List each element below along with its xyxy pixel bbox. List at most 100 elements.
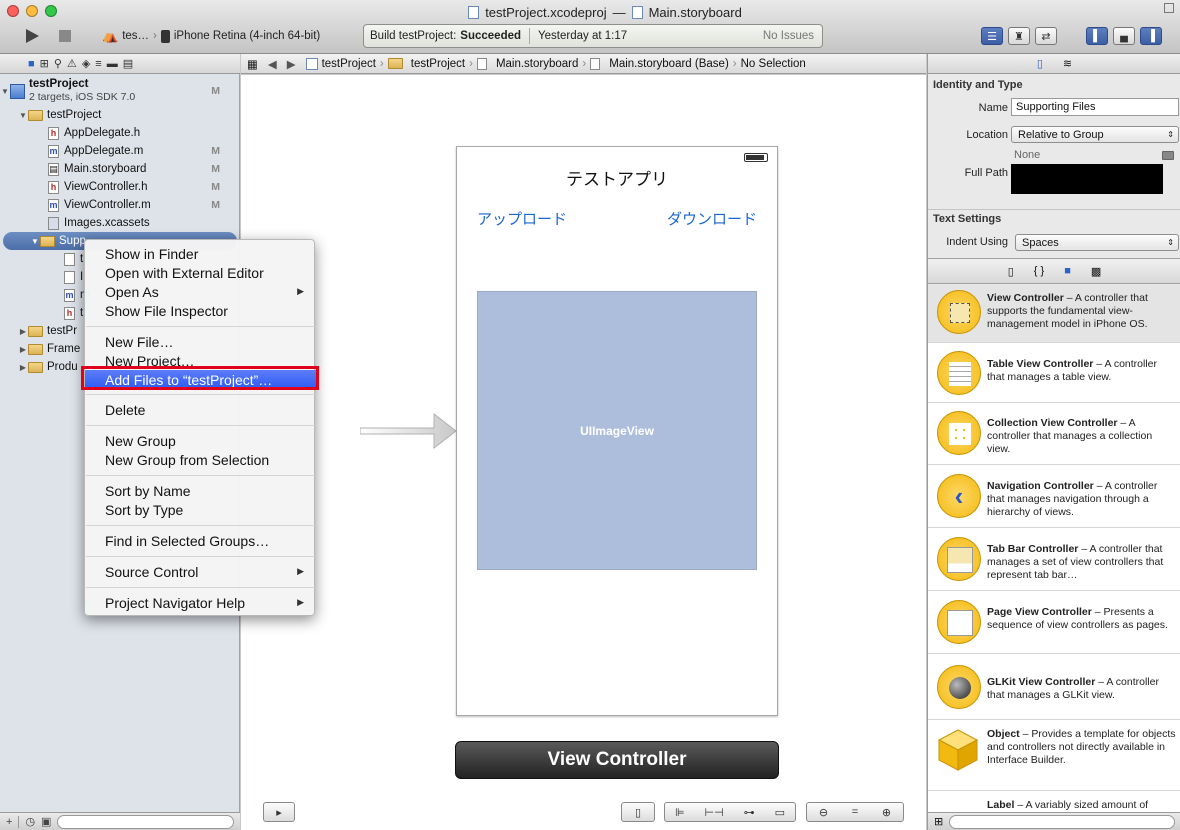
grid-view-icon[interactable]: ⊞ [934,815,943,828]
file-row[interactable]: m AppDelegate.m M [0,142,240,160]
choose-folder-icon[interactable] [1162,151,1174,160]
implementation-file-icon: m [48,198,59,212]
file-inspector-icon[interactable]: ▯ [1037,57,1043,70]
add-icon[interactable]: + [6,816,12,828]
library-item-view-controller[interactable]: View Controller – A controller that supp… [928,285,1180,343]
zoom-in-icon[interactable]: ⊕ [882,806,891,819]
menu-item-delete[interactable]: Delete [85,400,316,419]
group-row-testproject[interactable]: ▼ testProject [0,106,240,124]
disclosure-closed-icon[interactable]: ▶ [18,363,28,372]
disclosure-closed-icon[interactable]: ▶ [18,327,28,336]
pin-icon[interactable]: ⊢⊣ [705,806,724,819]
zoom-out-icon[interactable]: ⊖ [819,806,828,819]
file-row[interactable]: h ViewController.h M [0,178,240,196]
toggle-navigator-button[interactable]: ▌ [1086,27,1108,45]
jump-item[interactable]: testProject [322,58,376,70]
version-editor-button[interactable]: ⇄ [1035,27,1057,45]
forward-icon[interactable]: ▶ [287,57,302,71]
related-items-icon[interactable]: ▦ [247,57,258,71]
menu-item-new-file[interactable]: New File… [85,332,316,351]
filter-input[interactable] [57,814,234,829]
menu-item-sort-by-type[interactable]: Sort by Type [85,500,316,519]
location-popup[interactable]: Relative to Group ⇕ [1011,126,1179,143]
project-row[interactable]: ▼ testProject 2 targets, iOS SDK 7.0 M [0,76,240,106]
file-row[interactable]: h AppDelegate.h [0,124,240,142]
navigation-title[interactable]: テストアプリ [457,165,777,190]
library-item-navigation-controller[interactable]: ‹ Navigation Controller – A controller t… [928,465,1180,528]
disclosure-open-icon[interactable]: ▼ [18,111,28,120]
menu-item-show-in-finder[interactable]: Show in Finder [85,244,316,263]
assistant-editor-button[interactable]: ♜ [1008,27,1030,45]
scm-filter-icon[interactable]: ▣ [41,815,51,828]
menu-item-open-external-editor[interactable]: Open with External Editor [85,263,316,282]
library-item-tab-bar-controller[interactable]: Tab Bar Controller – A controller that m… [928,528,1180,591]
path-none-text: None [1014,149,1041,161]
form-factor-button[interactable]: ▯ [621,802,655,822]
search-nav-icon[interactable]: ⚲ [54,57,62,70]
test-nav-icon[interactable]: ◈ [82,57,90,70]
disclosure-open-icon[interactable]: ▼ [30,237,40,246]
storyboard-file-icon: ▤ [48,162,59,176]
document-outline-button[interactable]: ▸ [263,802,295,822]
object-library-icon[interactable]: ■ [1064,265,1071,277]
jump-item[interactable]: testProject [411,58,465,70]
quick-help-icon[interactable]: ≋ [1063,57,1072,70]
file-row[interactable]: m ViewController.m M [0,196,240,214]
library-item-label[interactable]: Label – A variably sized amount of [928,791,1180,812]
menu-item-new-group[interactable]: New Group [85,431,316,450]
standard-editor-button[interactable]: ☰ [981,27,1003,45]
file-row[interactable]: ▤ Main.storyboard M [0,160,240,178]
activity-issues[interactable]: No Issues [763,30,822,42]
toggle-debug-button[interactable]: ▄ [1113,27,1135,45]
upload-button[interactable]: アップロード [477,208,567,229]
run-button[interactable] [20,25,44,47]
file-row[interactable]: Images.xcassets [0,214,240,232]
library-item-page-view-controller[interactable]: Page View Controller – Presents a sequen… [928,591,1180,654]
menu-item-source-control[interactable]: Source Control ▶ [85,562,316,581]
menu-item-open-as[interactable]: Open As ▶ [85,282,316,301]
folder-nav-icon[interactable]: ■ [28,58,35,70]
issue-nav-icon[interactable]: ⚠ [67,57,77,70]
stop-button[interactable] [54,25,76,47]
indent-popup[interactable]: Spaces ⇕ [1015,234,1179,251]
disclosure-open-icon[interactable]: ▼ [0,87,10,96]
menu-item-new-group-from-selection[interactable]: New Group from Selection [85,450,316,469]
download-button[interactable]: ダウンロード [667,208,757,229]
scene-dock[interactable]: View Controller [455,741,779,779]
library-item-glkit-view-controller[interactable]: GLKit View Controller – A controller tha… [928,654,1180,720]
resolve-icon[interactable]: ⊶ [744,806,755,819]
close-window-button[interactable] [7,5,19,17]
disclosure-closed-icon[interactable]: ▶ [18,345,28,354]
resizing-icon[interactable]: ▭ [775,806,785,819]
debug-nav-icon[interactable]: ≡ [95,58,101,70]
library-item-object[interactable]: Object – Provides a template for objects… [928,720,1180,791]
log-nav-icon[interactable]: ▤ [123,57,133,70]
fullscreen-icon[interactable] [1164,3,1174,13]
align-icon[interactable]: ⊫ [675,806,685,819]
symbol-nav-icon[interactable]: ⊞ [40,57,49,70]
file-template-library-icon[interactable]: ▯ [1008,265,1014,278]
menu-item-find-in-selected-groups[interactable]: Find in Selected Groups… [85,531,316,550]
zoom-fit-icon[interactable]: = [852,806,858,818]
minimize-window-button[interactable] [26,5,38,17]
file-label: ViewController.m [64,199,151,211]
library-filter-input[interactable] [949,814,1175,829]
jump-item[interactable]: No Selection [741,58,806,70]
menu-item-navigator-help[interactable]: Project Navigator Help ▶ [85,593,316,612]
menu-item-show-file-inspector[interactable]: Show File Inspector [85,301,316,320]
zoom-window-button[interactable] [45,5,57,17]
image-view[interactable]: UIImageView [477,291,757,570]
name-field[interactable]: Supporting Files [1011,98,1179,116]
toggle-utilities-button[interactable]: ▐ [1140,27,1162,45]
back-icon[interactable]: ◀ [262,57,283,71]
menu-item-sort-by-name[interactable]: Sort by Name [85,481,316,500]
library-item-table-view-controller[interactable]: Table View Controller – A controller tha… [928,343,1180,403]
breakpoint-nav-icon[interactable]: ▬ [107,58,118,70]
jump-item[interactable]: Main.storyboard (Base) [609,58,729,70]
clock-icon[interactable]: ◷ [25,815,35,828]
scheme-selector[interactable]: ⛺ tes… › iPhone Retina (4-inch 64-bit) [102,26,342,46]
code-snippet-library-icon[interactable]: { } [1034,265,1044,277]
jump-item[interactable]: Main.storyboard [496,58,578,70]
library-item-collection-view-controller[interactable]: Collection View Controller – A controlle… [928,403,1180,465]
media-library-icon[interactable]: ▩ [1091,265,1101,278]
